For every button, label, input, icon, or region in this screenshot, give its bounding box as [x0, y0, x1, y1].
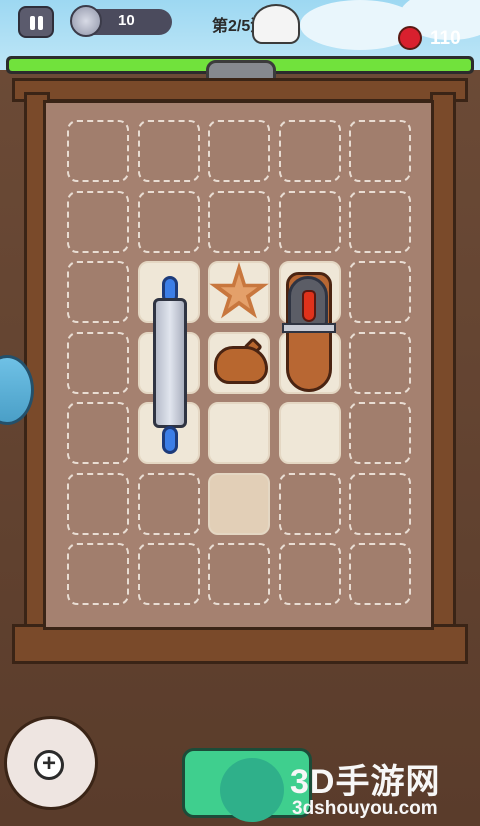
grid-cell[interactable]	[278, 472, 341, 535]
grid-cell[interactable]	[137, 120, 200, 182]
watermark: 3D手游网 3dshouyou.com	[220, 750, 480, 826]
grid-cell[interactable]	[349, 190, 411, 253]
grid-cell[interactable]	[67, 331, 129, 394]
grid-cell[interactable]	[349, 331, 411, 394]
grid-cell[interactable]	[349, 120, 411, 182]
grid-cell[interactable]	[349, 402, 411, 464]
grid-cell[interactable]	[349, 261, 411, 323]
grid-cell[interactable]	[208, 472, 270, 535]
grid-cell[interactable]	[349, 543, 411, 605]
pause-button[interactable]	[18, 6, 54, 38]
chili-board-bar	[282, 323, 336, 333]
grid-cell[interactable]	[67, 402, 129, 464]
frame-top-beam	[12, 78, 468, 102]
grid-cell[interactable]	[278, 190, 341, 253]
grid-cell[interactable]	[278, 402, 341, 464]
grid-cell[interactable]	[137, 472, 200, 535]
grid-cell[interactable]	[349, 472, 411, 535]
grid-cell[interactable]	[208, 190, 270, 253]
grid-cell[interactable]	[137, 543, 200, 605]
frame-bottom-beam	[12, 624, 468, 664]
grid-cell[interactable]	[278, 120, 341, 182]
grid-cell[interactable]	[208, 402, 270, 464]
grid-cell[interactable]	[137, 190, 200, 253]
grid-cell[interactable]	[208, 120, 270, 182]
coin-value: 10	[118, 12, 135, 29]
grid-cell[interactable]	[67, 190, 129, 253]
grid-cell[interactable]	[67, 261, 129, 323]
heart-icon	[398, 26, 422, 50]
grid-cell[interactable]	[278, 543, 341, 605]
watermark-logo-icon	[220, 758, 284, 822]
grid-cell[interactable]	[67, 120, 129, 182]
grid-cell[interactable]	[67, 543, 129, 605]
grid-cell[interactable]	[208, 543, 270, 605]
watermark-title: 3D手游网	[290, 763, 441, 801]
pig-cookie-icon[interactable]	[214, 346, 268, 384]
top-hud: 10 第2/5波 110	[0, 0, 480, 52]
chili-icon	[302, 290, 316, 322]
rolling-pin-icon[interactable]	[153, 298, 187, 428]
watermark-url: 3dshouyou.com	[292, 798, 438, 819]
lives-value: 110	[430, 28, 461, 49]
coin-icon	[70, 5, 102, 37]
chef-hat-icon	[252, 4, 300, 44]
rolling-pin-handle-icon	[162, 426, 178, 454]
plus-icon: +	[34, 750, 64, 780]
grid-cell[interactable]	[67, 472, 129, 535]
